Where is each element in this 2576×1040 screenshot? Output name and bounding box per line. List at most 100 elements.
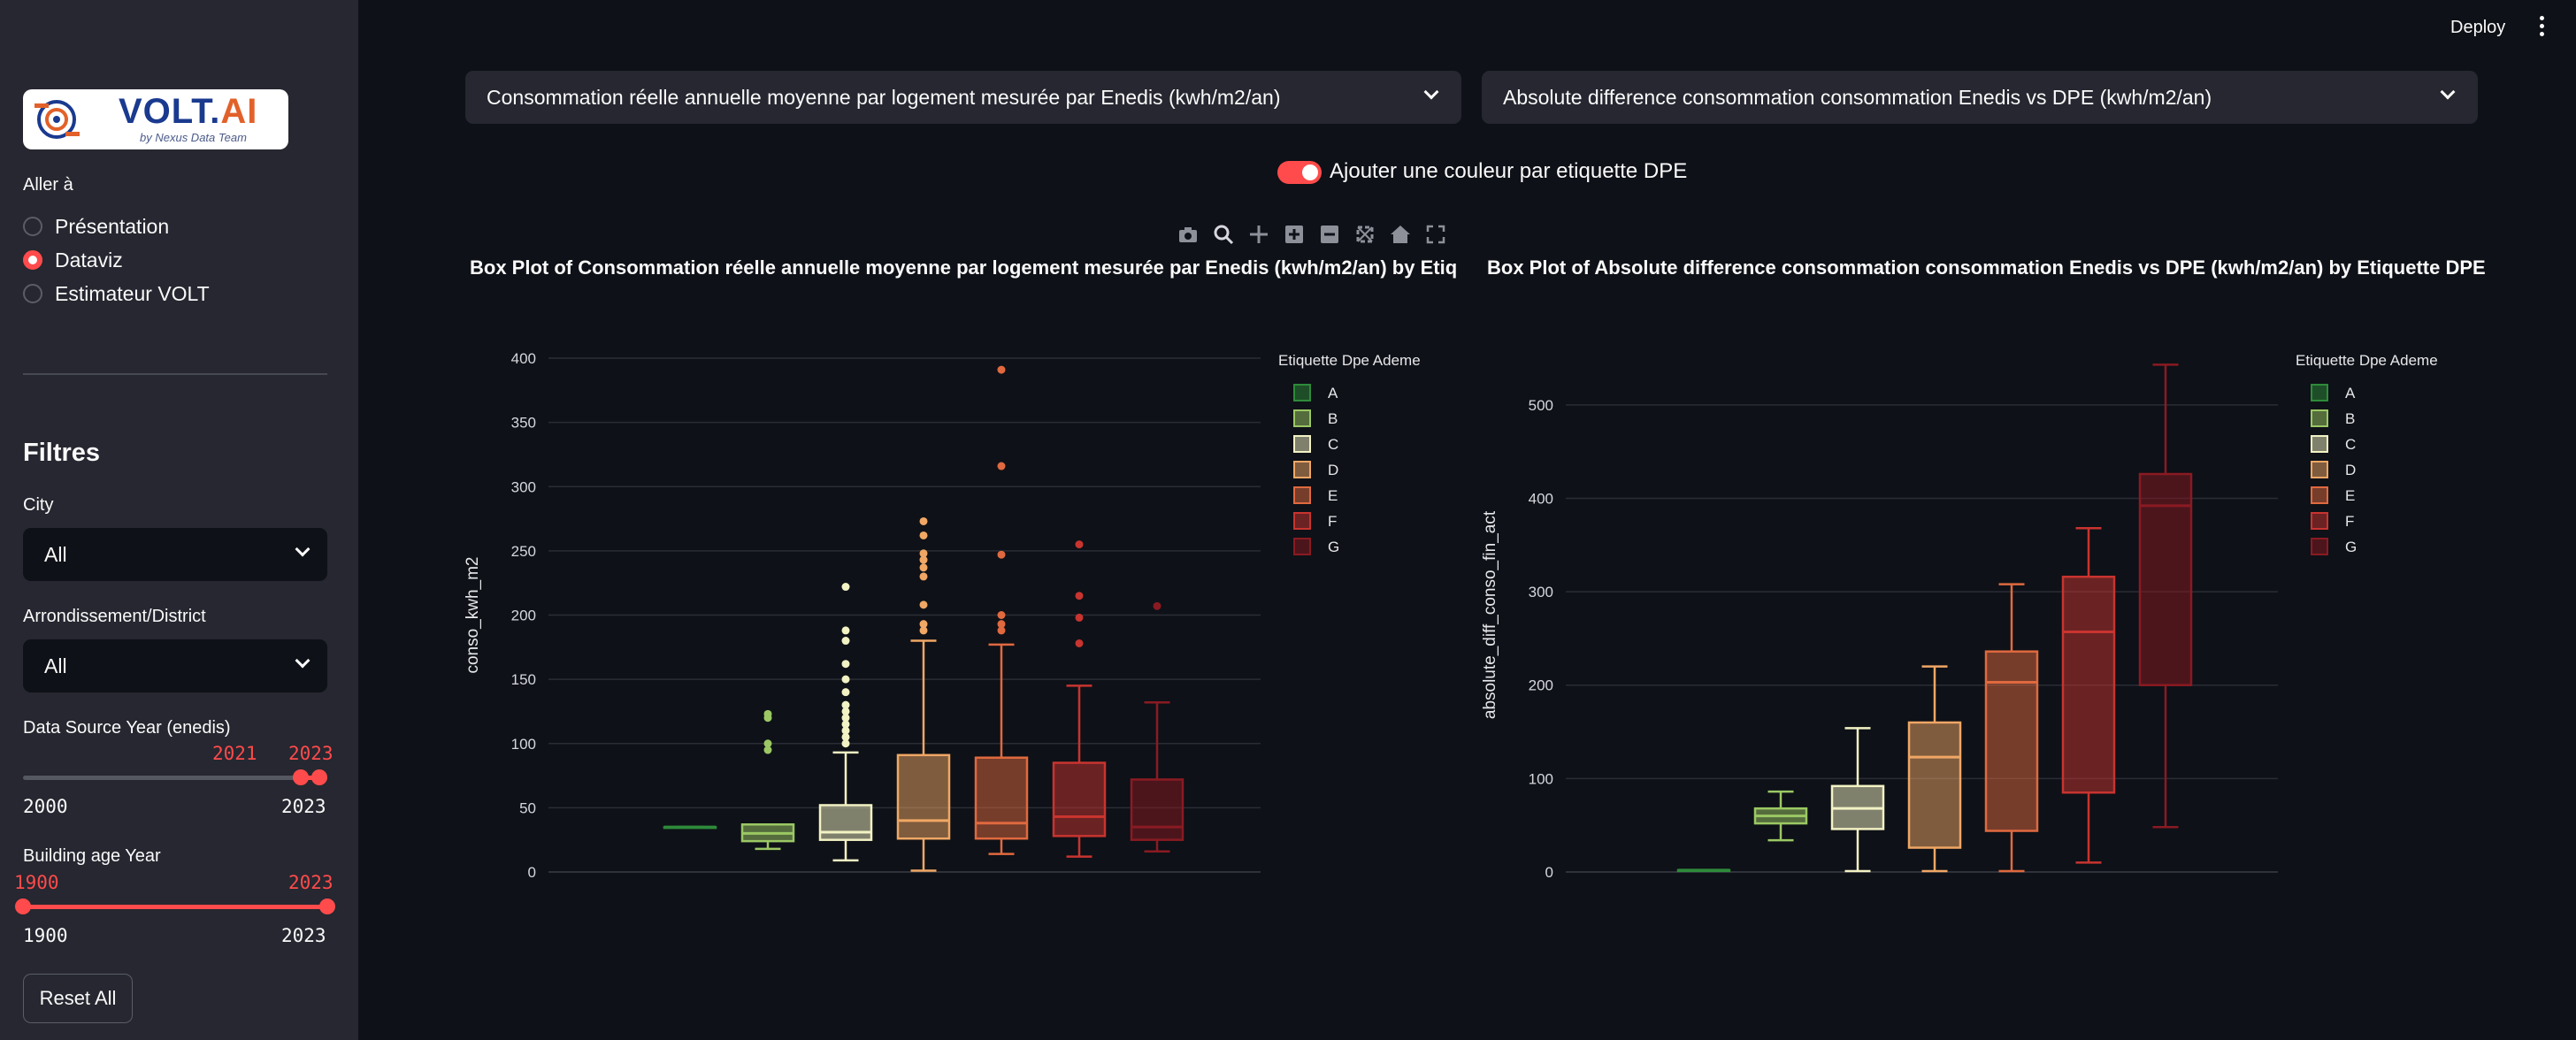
box-iqr [896, 753, 951, 840]
sidebar: VOLT.AI by Nexus Data Team Aller à Prése… [0, 0, 358, 1040]
box-iqr [2061, 575, 2116, 794]
box-iqr [1984, 650, 2039, 832]
autoscale-icon[interactable] [1353, 223, 1376, 246]
chevron-down-icon [1423, 84, 1439, 100]
chart-modebar [1177, 223, 1447, 246]
outlier-point [763, 709, 772, 718]
outlier-point [841, 660, 850, 669]
outlier-point [997, 550, 1006, 559]
legend-swatch-G [2311, 538, 2328, 555]
y-tick-label: 250 [511, 543, 536, 560]
legend-title: Etiquette Dpe Ademe [2296, 352, 2438, 369]
legend-label-C: C [1328, 436, 1338, 453]
outlier-point [919, 516, 928, 525]
toggle-knob [1302, 164, 1318, 180]
deploy-button[interactable]: Deploy [2450, 18, 2505, 38]
outlier-point [841, 637, 850, 646]
y-tick-label: 300 [511, 478, 536, 495]
sidebar-divider [23, 373, 327, 375]
data-year-slider[interactable] [23, 769, 327, 785]
outlier-point [1075, 592, 1084, 600]
y-tick-label: 350 [511, 415, 536, 432]
y-tick-label: 200 [1529, 677, 1553, 694]
district-select[interactable]: All [23, 639, 327, 692]
building-year-min: 1900 [23, 925, 68, 946]
y-tick-label: 400 [1529, 490, 1553, 507]
legend-label-G: G [2345, 539, 2357, 555]
radio-selected-icon [23, 250, 42, 270]
logo-brand-text: VOLT.AI [119, 92, 258, 131]
fullscreen-icon[interactable] [1424, 223, 1447, 246]
metric-select-right-value: Absolute difference consommation consomm… [1503, 85, 2212, 109]
nav-radio-presentation[interactable]: Présentation [23, 213, 169, 240]
box-F [1052, 540, 1107, 858]
camera-icon[interactable] [1177, 223, 1200, 246]
legend-swatch-A [2311, 384, 2328, 401]
outlier-point [1075, 540, 1084, 549]
district-select-value: All [44, 654, 67, 677]
outlier-point [763, 739, 772, 748]
radio-unselected-icon [23, 284, 42, 303]
box-iqr [974, 756, 1029, 840]
box-plot-left[interactable]: 0 50 100 150 200 250 300 350 400 conso_kwh_m2 Etiq… [460, 318, 1468, 929]
building-year-slider[interactable] [15, 899, 335, 914]
box-plot-right[interactable]: 0 100 200 300 400 500 absolute_diff_conso_fin_… [1477, 318, 2495, 929]
legend-swatch-D [2311, 461, 2328, 478]
metric-select-left[interactable]: Consommation réelle annuelle moyenne par… [465, 71, 1461, 124]
box-A [1676, 868, 1731, 873]
box-iqr [818, 804, 873, 841]
box-iqr [1130, 778, 1184, 841]
nav-radio-label: Dataviz [55, 248, 123, 271]
outlier-point [919, 549, 928, 558]
zoom-in-icon[interactable] [1283, 223, 1306, 246]
reset-all-button[interactable]: Reset All [23, 974, 133, 1023]
city-select-value: All [44, 542, 67, 566]
legend-label-F: F [2345, 513, 2354, 530]
legend-swatch-F [2311, 512, 2328, 530]
legend-label-A: A [1328, 385, 1338, 401]
outlier-point [919, 620, 928, 629]
legend-label-C: C [2345, 436, 2356, 453]
legend-swatch-B [1293, 409, 1311, 427]
main-menu-icon[interactable] [2539, 16, 2546, 39]
volt-ai-logo: VOLT.AI by Nexus Data Team [23, 89, 288, 149]
dpe-color-toggle[interactable] [1277, 161, 1322, 184]
nav-radio-estimateur[interactable]: Estimateur VOLT [23, 280, 210, 307]
data-year-low-thumb[interactable] [293, 769, 309, 785]
zoom-icon[interactable] [1212, 223, 1235, 246]
legend-swatch-C [2311, 435, 2328, 453]
outlier-point [841, 700, 850, 709]
home-icon[interactable] [1389, 223, 1412, 246]
city-select[interactable]: All [23, 528, 327, 581]
box-D [1907, 665, 1962, 873]
filters-title: Filtres [23, 439, 101, 467]
outlier-point [919, 572, 928, 581]
metric-select-right[interactable]: Absolute difference consommation consomm… [1482, 71, 2478, 124]
chart-title-left: Box Plot of Consommation réelle annuelle… [470, 256, 1458, 279]
outlier-point [997, 620, 1006, 629]
box-E [1984, 583, 2039, 873]
legend-swatch-D [1293, 461, 1311, 478]
y-tick-label: 0 [1545, 864, 1553, 881]
logo-tagline: by Nexus Data Team [140, 131, 247, 144]
zoom-out-icon[interactable] [1318, 223, 1341, 246]
legend-swatch-A [1293, 384, 1311, 401]
chevron-down-icon [295, 541, 310, 557]
legend-label-B: B [2345, 410, 2355, 427]
nav-radio-dataviz[interactable]: Dataviz [23, 247, 123, 273]
data-year-high-value: 2023 [288, 743, 334, 764]
y-axis-label: conso_kwh_m2 [464, 556, 482, 673]
outlier-point [1153, 601, 1162, 610]
outlier-point [919, 563, 928, 572]
data-year-high-thumb[interactable] [311, 769, 327, 785]
legend-swatch-F [1293, 512, 1311, 530]
chevron-down-icon [2440, 84, 2456, 100]
box-iqr [1052, 761, 1107, 837]
box-C [818, 583, 873, 862]
building-year-low-thumb[interactable] [15, 899, 31, 914]
legend-label-A: A [2345, 385, 2356, 401]
building-year-high-thumb[interactable] [319, 899, 335, 914]
district-label: Arrondissement/District [23, 607, 206, 626]
box-C [1830, 727, 1885, 873]
pan-icon[interactable] [1247, 223, 1270, 246]
